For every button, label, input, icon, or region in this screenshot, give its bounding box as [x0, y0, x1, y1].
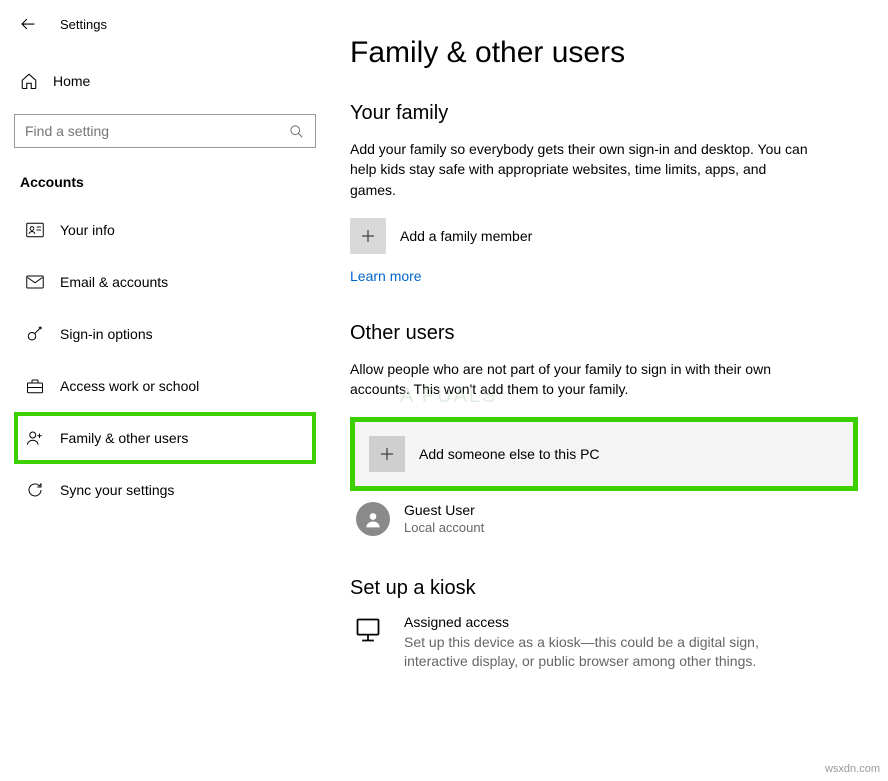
sidebar-nav: Your info Email & accounts Sign-in optio… [14, 204, 316, 516]
guest-user-type: Local account [404, 520, 484, 537]
add-someone-else-label: Add someone else to this PC [419, 446, 600, 462]
user-card-icon [26, 221, 44, 239]
sidebar-item-label: Sign-in options [60, 326, 153, 342]
search-box[interactable] [14, 114, 316, 148]
sidebar-section-header: Accounts [14, 174, 316, 190]
your-family-description: Add your family so everybody gets their … [350, 139, 810, 200]
sidebar-item-label: Your info [60, 222, 115, 238]
your-family-heading: Your family [350, 102, 858, 125]
guest-user-name: Guest User [404, 501, 484, 519]
page-title: Family & other users [350, 36, 858, 70]
guest-user-row[interactable]: Guest User Local account [350, 495, 858, 538]
kiosk-section: Set up a kiosk Assigned access Set up th… [350, 577, 858, 672]
home-label: Home [53, 73, 90, 89]
sidebar-item-label: Access work or school [60, 378, 199, 394]
sidebar-item-label: Email & accounts [60, 274, 168, 290]
guest-user-info: Guest User Local account [404, 501, 484, 536]
home-icon [20, 72, 38, 90]
other-users-heading: Other users [350, 322, 858, 345]
footer-watermark: wsxdn.com [825, 763, 880, 775]
settings-sidebar: Settings Home Accounts Your info [0, 0, 330, 781]
sidebar-item-label: Family & other users [60, 430, 188, 446]
back-button[interactable] [18, 14, 38, 34]
arrow-left-icon [19, 15, 37, 33]
assigned-access-title: Assigned access [404, 614, 824, 630]
learn-more-link[interactable]: Learn more [350, 268, 422, 284]
search-icon [287, 122, 305, 140]
sidebar-item-label: Sync your settings [60, 482, 174, 498]
kiosk-icon [350, 614, 386, 644]
sidebar-item-sync-settings[interactable]: Sync your settings [14, 464, 316, 516]
home-nav[interactable]: Home [14, 62, 316, 100]
plus-icon [350, 218, 386, 254]
kiosk-heading: Set up a kiosk [350, 577, 858, 600]
sidebar-item-family-other-users[interactable]: Family & other users [14, 412, 316, 464]
sidebar-item-your-info[interactable]: Your info [14, 204, 316, 256]
other-users-section: Other users Allow people who are not par… [350, 322, 858, 539]
add-family-member-label: Add a family member [400, 228, 532, 244]
search-input[interactable] [25, 123, 287, 139]
assigned-access-description: Set up this device as a kiosk—this could… [404, 633, 824, 672]
family-icon [26, 429, 44, 447]
sidebar-item-sign-in-options[interactable]: Sign-in options [14, 308, 316, 360]
your-family-section: Your family Add your family so everybody… [350, 102, 858, 284]
settings-content: Family & other users Your family Add you… [330, 0, 888, 781]
add-family-member-button[interactable]: Add a family member [350, 218, 858, 254]
sidebar-item-access-work-school[interactable]: Access work or school [14, 360, 316, 412]
plus-icon [369, 436, 405, 472]
briefcase-icon [26, 377, 44, 395]
other-users-description: Allow people who are not part of your fa… [350, 359, 810, 400]
sidebar-item-email-accounts[interactable]: Email & accounts [14, 256, 316, 308]
app-title: Settings [60, 17, 107, 32]
add-someone-else-button[interactable]: Add someone else to this PC [350, 417, 858, 491]
assigned-access-button[interactable]: Assigned access Set up this device as a … [350, 614, 858, 672]
mail-icon [26, 273, 44, 291]
sync-icon [26, 481, 44, 499]
avatar [356, 502, 390, 536]
key-icon [26, 325, 44, 343]
